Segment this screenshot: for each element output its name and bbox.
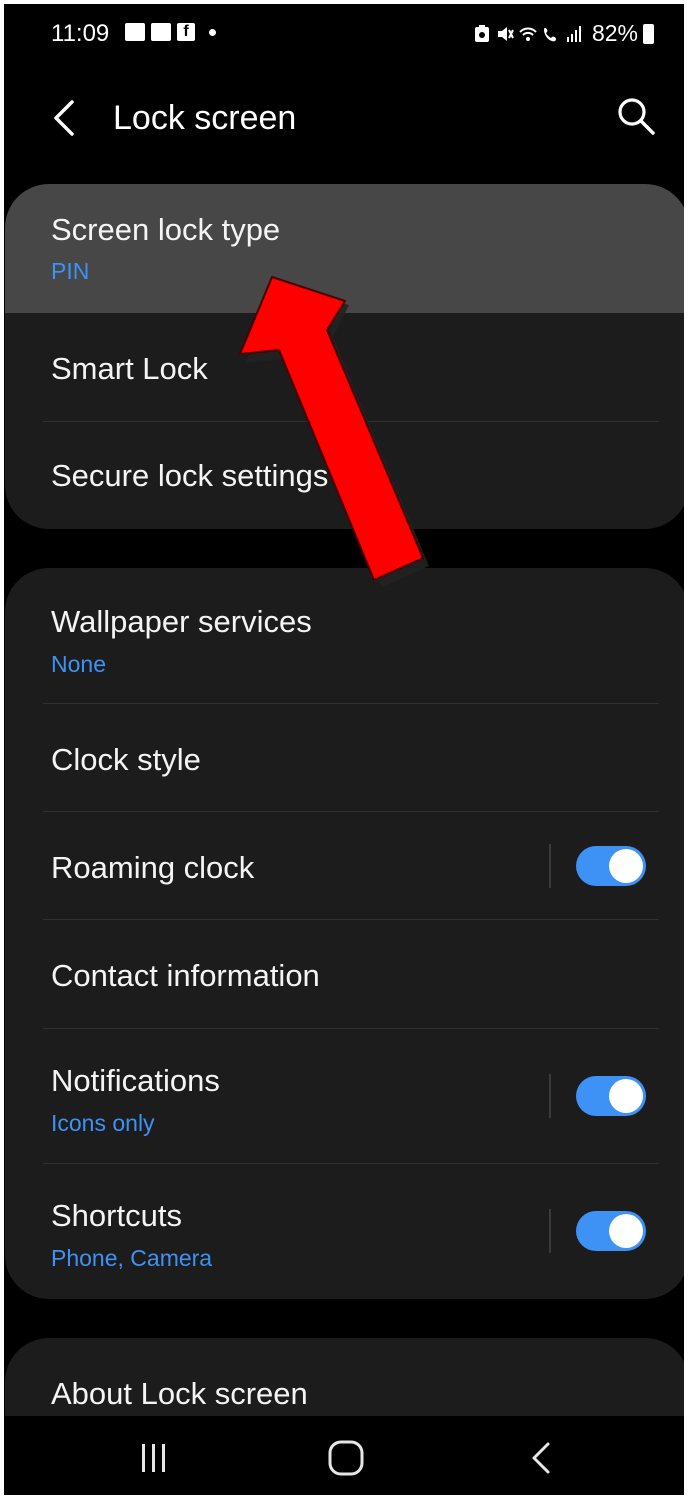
app-header: Lock screen bbox=[4, 74, 684, 164]
setting-title: About Lock screen bbox=[51, 1376, 308, 1411]
voicemail-icon bbox=[125, 23, 145, 41]
setting-subtitle: PIN bbox=[51, 258, 90, 284]
setting-subtitle: Phone, Camera bbox=[51, 1245, 213, 1271]
mute-icon bbox=[497, 26, 514, 41]
setting-secure-lock-settings[interactable]: Secure lock settings bbox=[5, 422, 684, 529]
battery-icon bbox=[643, 23, 654, 44]
chevron-left-icon[interactable] bbox=[44, 96, 84, 140]
wifi-calling-icon bbox=[543, 27, 556, 41]
setting-title: Roaming clock bbox=[51, 850, 255, 885]
wifi-icon bbox=[519, 27, 537, 41]
notification-icons: f bbox=[125, 23, 216, 41]
facebook-icon: f bbox=[177, 23, 195, 41]
setting-subtitle: None bbox=[51, 651, 106, 677]
home-icon[interactable] bbox=[324, 1436, 368, 1480]
setting-title: Secure lock settings bbox=[51, 458, 329, 493]
toggle-separator bbox=[549, 1209, 551, 1253]
gallery-icon bbox=[151, 23, 171, 41]
setting-notifications[interactable]: Notifications Icons only bbox=[5, 1029, 684, 1163]
setting-title: Screen lock type bbox=[51, 212, 281, 247]
toggle-separator bbox=[549, 1074, 551, 1118]
page-title: Lock screen bbox=[113, 99, 297, 137]
toggle-knob bbox=[609, 1079, 643, 1113]
setting-subtitle: Icons only bbox=[51, 1110, 155, 1136]
dot-icon bbox=[209, 28, 216, 36]
system-icons: 82% bbox=[473, 20, 654, 47]
notifications-toggle[interactable] bbox=[576, 1076, 646, 1116]
signal-icon bbox=[566, 25, 581, 42]
recents-icon[interactable] bbox=[132, 1436, 176, 1480]
setting-wallpaper-services[interactable]: Wallpaper services None bbox=[5, 568, 684, 703]
battery-saver-icon bbox=[474, 24, 489, 42]
setting-roaming-clock[interactable]: Roaming clock bbox=[5, 812, 684, 919]
setting-clock-style[interactable]: Clock style bbox=[5, 704, 684, 811]
status-bar: 11:09 f 82% bbox=[4, 4, 684, 64]
setting-title: Notifications bbox=[51, 1063, 220, 1098]
search-icon[interactable] bbox=[614, 94, 658, 138]
settings-group-display: Wallpaper services None Clock style Roam… bbox=[5, 568, 684, 1299]
roaming-clock-toggle[interactable] bbox=[576, 846, 646, 886]
setting-title: Shortcuts bbox=[51, 1198, 182, 1233]
back-icon[interactable] bbox=[520, 1436, 564, 1480]
setting-title: Contact information bbox=[51, 958, 320, 993]
battery-percent: 82% bbox=[591, 20, 638, 46]
setting-screen-lock-type[interactable]: Screen lock type PIN bbox=[5, 184, 684, 313]
navigation-bar bbox=[4, 1416, 684, 1495]
setting-title: Clock style bbox=[51, 742, 201, 777]
toggle-knob bbox=[609, 1214, 643, 1248]
setting-title: Wallpaper services bbox=[51, 604, 312, 639]
status-time: 11:09 bbox=[51, 20, 110, 47]
toggle-knob bbox=[609, 849, 643, 883]
settings-group-security: Screen lock type PIN Smart Lock Secure l… bbox=[5, 184, 684, 529]
toggle-separator bbox=[549, 844, 551, 888]
phone-screen: 11:09 f 82% Lock screen Screen lock type… bbox=[4, 4, 684, 1495]
setting-shortcuts[interactable]: Shortcuts Phone, Camera bbox=[5, 1164, 684, 1299]
setting-contact-information[interactable]: Contact information bbox=[5, 920, 684, 1028]
setting-smart-lock[interactable]: Smart Lock bbox=[5, 313, 684, 421]
setting-title: Smart Lock bbox=[51, 351, 208, 386]
shortcuts-toggle[interactable] bbox=[576, 1211, 646, 1251]
